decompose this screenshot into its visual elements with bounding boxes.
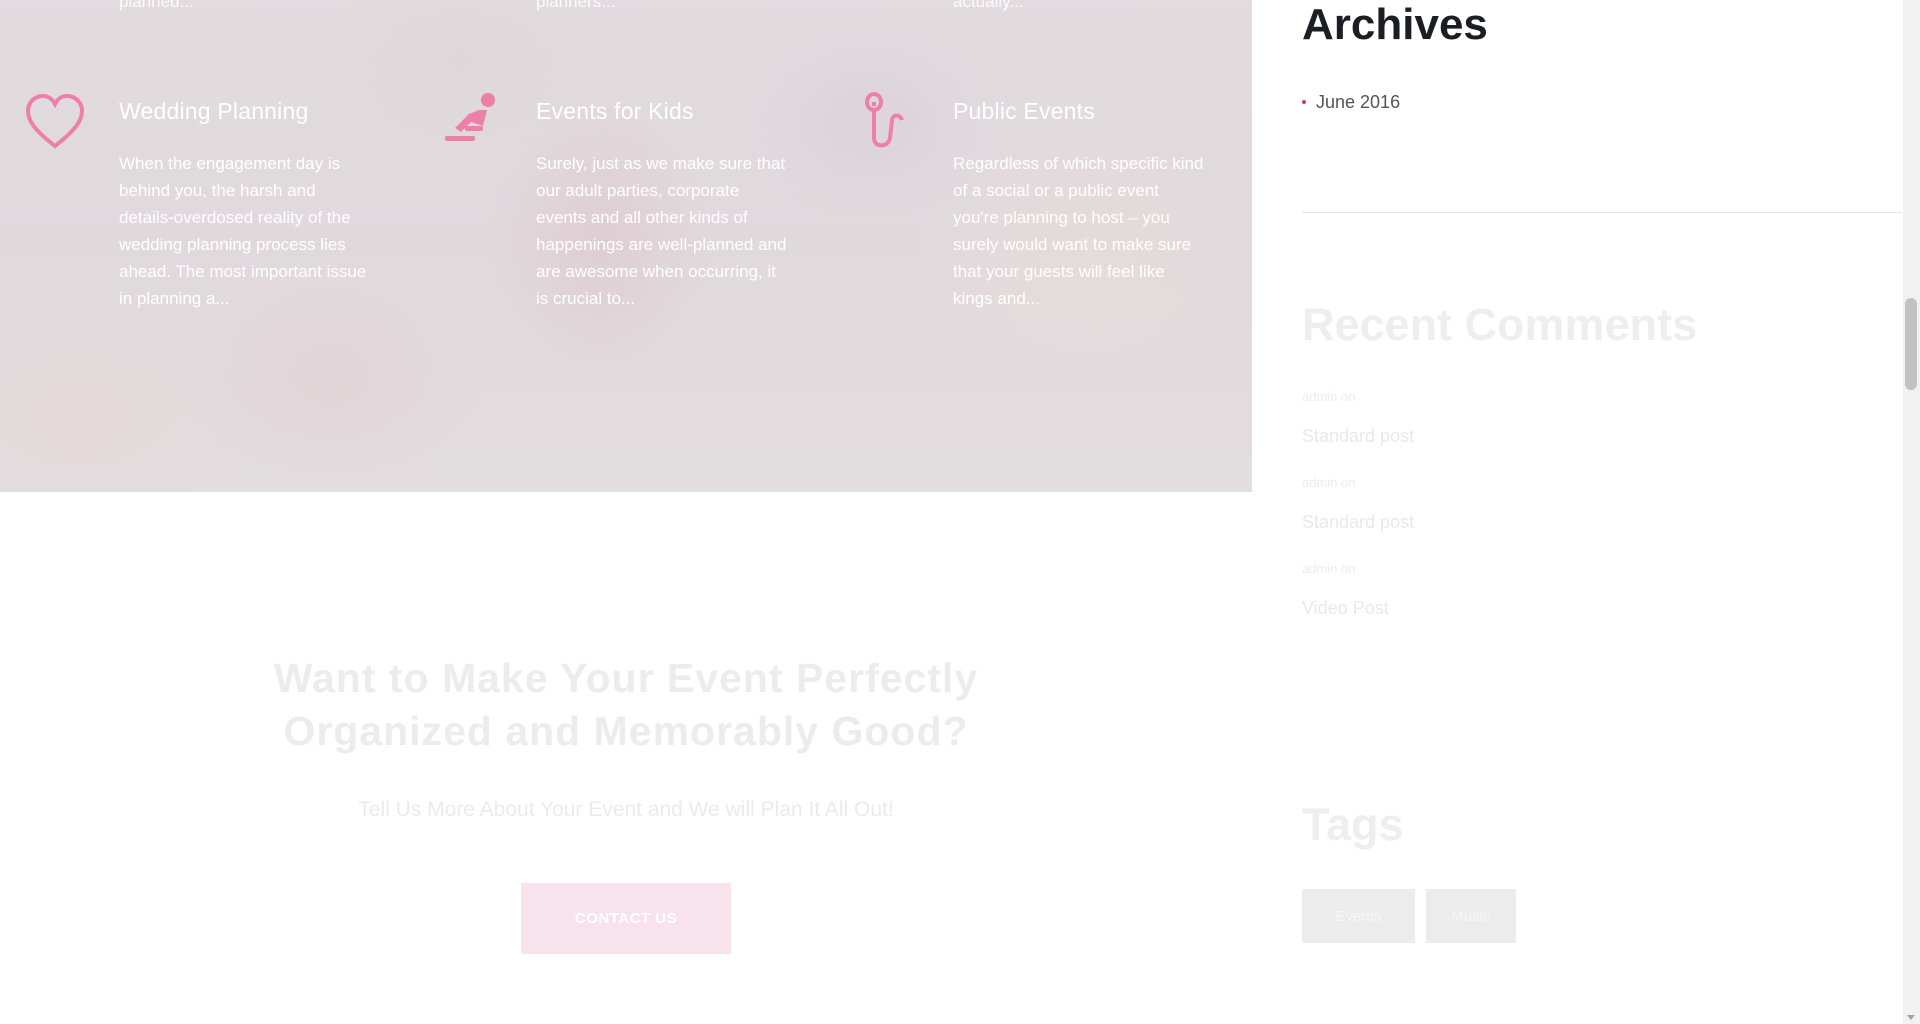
comment-post-link[interactable]: Standard post bbox=[1302, 426, 1414, 447]
service-public-events: Public Events Regardless of which specif… bbox=[858, 90, 1252, 350]
service-title[interactable]: Wedding Planning bbox=[119, 98, 308, 125]
page-scrollbar[interactable] bbox=[1903, 0, 1920, 1024]
scroll-down-arrow-icon[interactable] bbox=[1907, 1015, 1915, 1020]
service-description: Surely, just as we make sure that our ad… bbox=[536, 154, 787, 308]
cta-title-line: Organized and Memorably Good? bbox=[283, 708, 969, 754]
services-section: planned... planners... actually... Weddi… bbox=[0, 0, 1252, 492]
tag-music[interactable]: Music bbox=[1426, 889, 1516, 943]
service-title[interactable]: Events for Kids bbox=[536, 98, 694, 125]
call-to-action: Want to Make Your Event Perfectly Organi… bbox=[0, 492, 1252, 1024]
service-description: Regardless of which specific kind of a s… bbox=[953, 154, 1204, 308]
tags-heading: Tags bbox=[1302, 799, 1404, 850]
service-wedding-planning: Wedding Planning When the engagement day… bbox=[24, 90, 444, 350]
comment-author[interactable]: admin on bbox=[1302, 389, 1355, 404]
microphone-icon bbox=[858, 92, 920, 154]
tag-events[interactable]: Events bbox=[1302, 889, 1415, 943]
comment-author[interactable]: admin on bbox=[1302, 561, 1355, 576]
contact-us-button[interactable]: CONTACT US bbox=[521, 883, 731, 954]
archives-heading: Archives bbox=[1302, 0, 1488, 49]
comment-post-link[interactable]: Standard post bbox=[1302, 512, 1414, 533]
service-title[interactable]: Public Events bbox=[953, 98, 1095, 125]
archives-list: June 2016 bbox=[1302, 90, 1400, 114]
kids-icon bbox=[441, 92, 503, 154]
bullet-icon bbox=[1302, 100, 1306, 104]
service-events-for-kids: Events for Kids Surely, just as we make … bbox=[441, 90, 861, 350]
sidebar: Archives June 2016 Recent Comments admin… bbox=[1302, 0, 1902, 1024]
service-description: When the engagement day is behind you, t… bbox=[119, 154, 367, 308]
service-snippet-tail: actually... bbox=[953, 0, 1024, 11]
archive-item[interactable]: June 2016 bbox=[1302, 90, 1400, 114]
recent-comments-heading: Recent Comments bbox=[1302, 299, 1698, 350]
cta-title: Want to Make Your Event Perfectly Organi… bbox=[0, 652, 1252, 758]
scrollbar-thumb[interactable] bbox=[1905, 298, 1917, 390]
divider bbox=[1302, 212, 1902, 213]
archive-link[interactable]: June 2016 bbox=[1316, 92, 1400, 113]
service-snippet-tail: planners... bbox=[536, 0, 616, 11]
service-snippet-tail: planned... bbox=[119, 0, 194, 11]
heart-icon bbox=[24, 92, 86, 154]
cta-subtitle: Tell Us More About Your Event and We wil… bbox=[358, 798, 894, 821]
cta-title-line: Want to Make Your Event Perfectly bbox=[273, 655, 979, 701]
comment-author[interactable]: admin on bbox=[1302, 475, 1355, 490]
comment-post-link[interactable]: Video Post bbox=[1302, 598, 1389, 619]
